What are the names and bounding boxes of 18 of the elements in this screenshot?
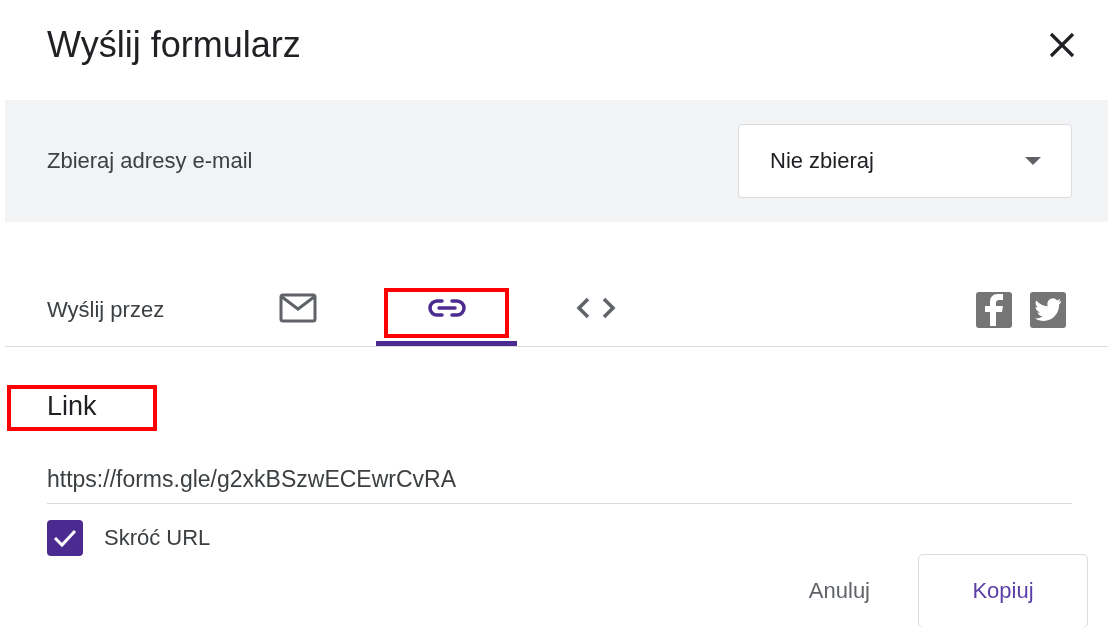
copy-button[interactable]: Kopiuj bbox=[918, 554, 1088, 627]
dropdown-caret-icon bbox=[1025, 157, 1041, 165]
facebook-icon bbox=[984, 294, 1004, 326]
dialog-title: Wyślij formularz bbox=[47, 24, 301, 66]
bird-icon bbox=[1034, 298, 1062, 322]
collect-emails-dropdown[interactable]: Nie zbieraj bbox=[738, 124, 1072, 198]
shorten-label: Skróć URL bbox=[104, 525, 211, 551]
link-heading: Link bbox=[47, 391, 97, 422]
check-icon bbox=[53, 528, 77, 548]
collect-emails-label: Zbieraj adresy e-mail bbox=[47, 148, 253, 174]
share-button[interactable] bbox=[1030, 292, 1066, 328]
shorten-checkbox[interactable] bbox=[47, 520, 83, 556]
url-field[interactable]: https://forms.gle/g2xkBSzwECEwrCvRA bbox=[47, 466, 1072, 504]
mail-icon bbox=[278, 292, 317, 323]
code-icon bbox=[575, 295, 616, 320]
share-button[interactable] bbox=[976, 292, 1012, 328]
link-icon bbox=[426, 297, 467, 318]
send-via-label: Wyślij przez bbox=[47, 296, 166, 324]
